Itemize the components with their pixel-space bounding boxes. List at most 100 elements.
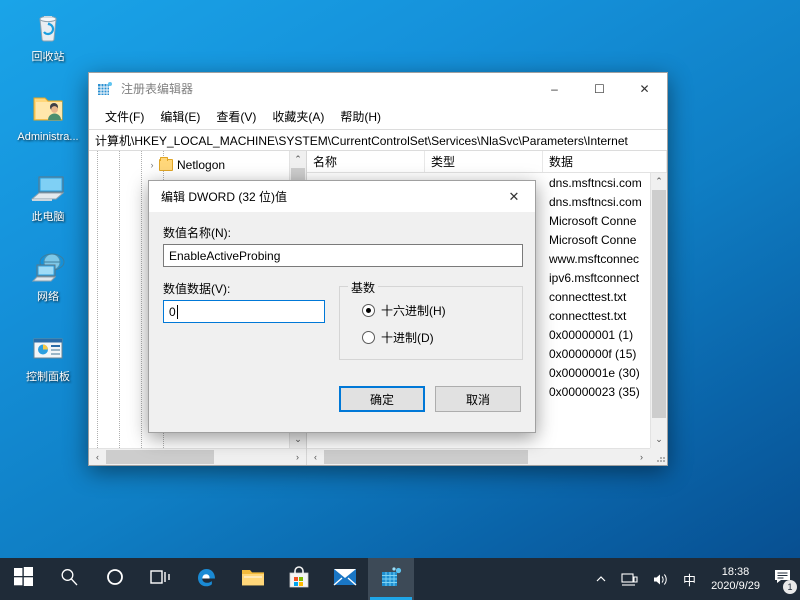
value-name-text: EnableActiveProbing <box>169 249 280 263</box>
desktop-icon-administrator[interactable]: Administra... <box>8 88 88 144</box>
edge-button[interactable] <box>184 558 230 600</box>
network-tray-icon[interactable] <box>614 558 645 600</box>
column-header-name[interactable]: 名称 <box>307 151 425 172</box>
minimize-button[interactable]: – <box>532 74 577 104</box>
scroll-left-arrow-icon[interactable]: ‹ <box>307 452 324 462</box>
taskbar-clock[interactable]: 18:38 2020/9/29 <box>703 558 768 600</box>
dialog-titlebar[interactable]: 编辑 DWORD (32 位)值 ✕ <box>149 181 535 212</box>
base-groupbox: 基数 十六进制(H) 十进制(D) <box>339 286 523 360</box>
radio-label: 十进制(D) <box>381 329 434 346</box>
menu-edit[interactable]: 编辑(E) <box>152 106 208 127</box>
cortana-button[interactable] <box>92 558 138 600</box>
radio-button-icon[interactable] <box>362 304 375 317</box>
desktop-icon-control-panel[interactable]: 控制面板 <box>8 328 88 384</box>
notification-center-button[interactable]: 1 <box>768 558 798 600</box>
list-horizontal-scrollbar[interactable]: ‹ › <box>307 448 650 465</box>
tree-guide-line <box>119 151 120 448</box>
scroll-up-arrow-icon[interactable]: ⌃ <box>655 173 663 190</box>
tree-node-netlogon[interactable]: › Netlogon <box>145 155 225 174</box>
desktop-icon-network[interactable]: 网络 <box>8 248 88 304</box>
maximize-button[interactable]: ☐ <box>577 74 622 104</box>
dialog-close-button[interactable]: ✕ <box>493 182 535 212</box>
regedit-taskbar-button[interactable] <box>368 558 414 600</box>
scroll-down-arrow-icon[interactable]: ⌄ <box>655 431 663 448</box>
start-button[interactable] <box>0 558 46 600</box>
column-header-data[interactable]: 数据 <box>543 151 667 172</box>
menubar[interactable]: 文件(F) 编辑(E) 查看(V) 收藏夹(A) 帮助(H) <box>89 104 667 129</box>
file-explorer-button[interactable] <box>230 558 276 600</box>
desktop-icon-label: Administra... <box>8 131 88 144</box>
recycle-bin-icon <box>8 8 88 48</box>
window-resize-grip[interactable] <box>650 448 667 465</box>
radio-decimal[interactable]: 十进制(D) <box>362 329 434 346</box>
scroll-down-arrow-icon[interactable]: ⌄ <box>294 431 302 448</box>
user-folder-icon <box>8 88 88 128</box>
tree-guide-line <box>141 151 142 448</box>
list-vertical-scrollbar[interactable]: ⌃ ⌄ <box>650 173 667 448</box>
edge-icon <box>195 565 219 594</box>
window-titlebar[interactable]: 注册表编辑器 – ☐ ✕ <box>89 73 667 104</box>
radio-button-icon[interactable] <box>362 331 375 344</box>
mail-button[interactable] <box>322 558 368 600</box>
menu-file[interactable]: 文件(F) <box>97 106 152 127</box>
tree-horizontal-scrollbar[interactable]: ‹ › <box>89 448 306 465</box>
mail-icon <box>333 568 357 591</box>
desktop-icon-label: 控制面板 <box>8 371 88 384</box>
notification-badge: 1 <box>783 580 797 594</box>
ok-button[interactable]: 确定 <box>339 386 425 412</box>
cell-data: 0x00000001 (1) <box>543 328 650 342</box>
value-data-input[interactable]: 0 <box>163 300 325 323</box>
base-group-label: 基数 <box>348 279 378 296</box>
list-hscroll-thumb[interactable] <box>324 450 528 464</box>
scroll-up-arrow-icon[interactable]: ⌃ <box>294 151 302 168</box>
desktop-icon-recycle-bin[interactable]: 回收站 <box>8 8 88 64</box>
folder-icon <box>241 566 265 593</box>
task-view-button[interactable] <box>138 558 184 600</box>
value-name-label: 数值名称(N): <box>163 224 231 241</box>
list-column-headers[interactable]: 名称 类型 数据 <box>307 151 667 173</box>
cancel-button[interactable]: 取消 <box>435 386 521 412</box>
store-button[interactable] <box>276 558 322 600</box>
taskbar-spacer <box>414 558 588 600</box>
scroll-left-arrow-icon[interactable]: ‹ <box>89 452 106 462</box>
scroll-right-arrow-icon[interactable]: › <box>633 452 650 462</box>
menu-help[interactable]: 帮助(H) <box>332 106 389 127</box>
window-title: 注册表编辑器 <box>121 80 193 97</box>
network-icon <box>8 248 88 288</box>
cell-data: connecttest.txt <box>543 290 650 304</box>
value-name-input[interactable]: EnableActiveProbing <box>163 244 523 267</box>
ime-indicator[interactable]: 中 <box>676 558 703 600</box>
close-button[interactable]: ✕ <box>622 74 667 104</box>
menu-view[interactable]: 查看(V) <box>208 106 264 127</box>
speaker-icon[interactable] <box>645 558 676 600</box>
desktop-icon-label: 此电脑 <box>8 211 88 224</box>
cell-data: dns.msftncsi.com <box>543 195 650 209</box>
cell-data: Microsoft Conne <box>543 233 650 247</box>
store-icon <box>288 566 310 593</box>
search-button[interactable] <box>46 558 92 600</box>
system-tray[interactable]: 中 18:38 2020/9/29 1 <box>588 558 800 600</box>
list-scroll-thumb[interactable] <box>652 190 666 418</box>
regedit-icon <box>380 566 402 593</box>
task-view-icon <box>150 568 172 591</box>
chevron-right-icon[interactable]: › <box>145 160 159 170</box>
desktop-icon-label: 回收站 <box>8 51 88 64</box>
text-caret <box>177 305 178 319</box>
radio-hexadecimal[interactable]: 十六进制(H) <box>362 302 446 319</box>
cell-data: Microsoft Conne <box>543 214 650 228</box>
clock-time: 18:38 <box>711 565 760 579</box>
edit-dword-dialog[interactable]: 编辑 DWORD (32 位)值 ✕ 数值名称(N): EnableActive… <box>148 180 536 433</box>
scroll-right-arrow-icon[interactable]: › <box>289 452 306 462</box>
desktop-icon-this-pc[interactable]: 此电脑 <box>8 168 88 224</box>
menu-favorites[interactable]: 收藏夹(A) <box>264 106 332 127</box>
value-data-text: 0 <box>169 305 176 319</box>
tree-hscroll-thumb[interactable] <box>106 450 214 464</box>
tree-node-label: Netlogon <box>177 158 225 172</box>
column-header-type[interactable]: 类型 <box>425 151 543 172</box>
taskbar[interactable]: 中 18:38 2020/9/29 1 <box>0 558 800 600</box>
address-bar[interactable]: 计算机\HKEY_LOCAL_MACHINE\SYSTEM\CurrentCon… <box>89 129 667 151</box>
cortana-icon <box>105 567 125 592</box>
cell-data: 0x0000000f (15) <box>543 347 650 361</box>
chevron-up-icon[interactable] <box>588 558 614 600</box>
desktop[interactable]: 回收站 Administra... 此电脑 <box>0 0 800 600</box>
